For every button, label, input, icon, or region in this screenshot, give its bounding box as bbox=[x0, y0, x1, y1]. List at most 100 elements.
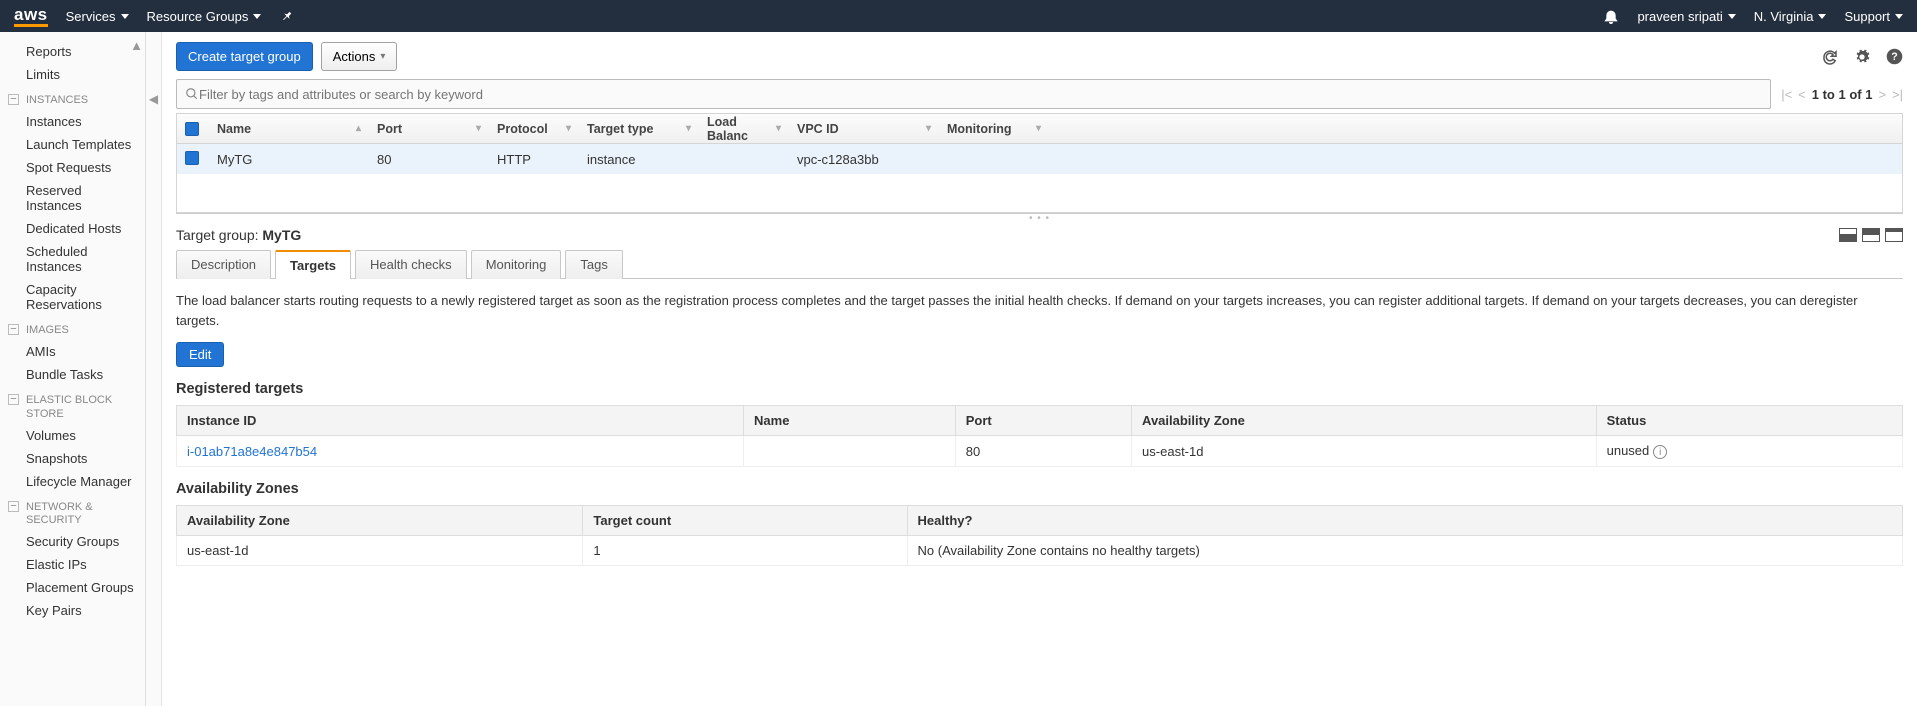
sidebar-item-limits[interactable]: Limits bbox=[0, 63, 145, 86]
sidebar-item-lifecycle-manager[interactable]: Lifecycle Manager bbox=[0, 470, 145, 493]
layout-split-button[interactable] bbox=[1862, 228, 1880, 242]
col-vpc-id[interactable]: VPC ID▾ bbox=[789, 122, 939, 136]
pager-next[interactable]: > bbox=[1878, 87, 1886, 102]
select-all-checkbox[interactable] bbox=[185, 122, 199, 136]
sort-icon: ▾ bbox=[476, 123, 481, 134]
pager-last[interactable]: >| bbox=[1892, 87, 1903, 102]
pager-first[interactable]: |< bbox=[1781, 87, 1792, 102]
sidebar-item-snapshots[interactable]: Snapshots bbox=[0, 447, 145, 470]
az-col-zone[interactable]: Availability Zone bbox=[177, 506, 583, 536]
filter-input[interactable] bbox=[199, 87, 1762, 102]
instance-id-link[interactable]: i-01ab71a8e4e847b54 bbox=[187, 444, 317, 459]
sidebar-splitter[interactable]: ◀ bbox=[146, 32, 162, 706]
tab-monitoring[interactable]: Monitoring bbox=[471, 250, 562, 279]
horizontal-splitter[interactable]: • • • bbox=[176, 213, 1903, 219]
top-nav: aws Services Resource Groups praveen sri… bbox=[0, 0, 1917, 32]
sidebar-item-reserved-instances[interactable]: Reserved Instances bbox=[0, 179, 145, 217]
aws-logo[interactable]: aws bbox=[14, 6, 48, 27]
filter-box[interactable] bbox=[176, 79, 1771, 109]
sidebar-group-instances[interactable]: −INSTANCES bbox=[0, 86, 145, 110]
az-cell-zone: us-east-1d bbox=[177, 536, 583, 566]
actions-button[interactable]: Actions▾ bbox=[321, 42, 398, 71]
cell-protocol: HTTP bbox=[489, 152, 579, 167]
sort-icon: ▾ bbox=[566, 123, 571, 134]
az-cell-healthy: No (Availability Zone contains no health… bbox=[907, 536, 1902, 566]
sidebar-group-network-security[interactable]: −NETWORK & SECURITY bbox=[0, 493, 145, 530]
col-protocol-label: Protocol bbox=[497, 122, 548, 136]
sidebar-group-elastic-block-store[interactable]: −ELASTIC BLOCK STORE bbox=[0, 386, 145, 423]
col-target-type-label: Target type bbox=[587, 122, 653, 136]
tab-description[interactable]: Description bbox=[176, 250, 271, 279]
info-icon[interactable]: i bbox=[1653, 445, 1667, 459]
rt-col-status[interactable]: Status bbox=[1596, 406, 1902, 436]
layout-full-button[interactable] bbox=[1885, 228, 1903, 242]
table-row[interactable]: MyTG 80 HTTP instance vpc-c128a3bb bbox=[177, 144, 1902, 174]
nav-resource-groups[interactable]: Resource Groups bbox=[147, 9, 262, 24]
col-load-balancer[interactable]: Load Balanc▾ bbox=[699, 115, 789, 143]
rt-cell-name bbox=[744, 436, 956, 467]
rt-cell-port: 80 bbox=[955, 436, 1131, 467]
col-name[interactable]: Name▴ bbox=[209, 122, 369, 136]
nav-notifications[interactable] bbox=[1603, 8, 1619, 24]
tab-health-checks[interactable]: Health checks bbox=[355, 250, 467, 279]
details-title-prefix: Target group: bbox=[176, 227, 262, 243]
sidebar-item-dedicated-hosts[interactable]: Dedicated Hosts bbox=[0, 217, 145, 240]
row-checkbox[interactable] bbox=[185, 151, 199, 165]
scroll-up-icon[interactable]: ▲ bbox=[130, 38, 143, 53]
help-button[interactable]: ? bbox=[1885, 48, 1903, 66]
tab-targets[interactable]: Targets bbox=[275, 250, 351, 279]
edit-button[interactable]: Edit bbox=[176, 342, 224, 367]
svg-text:?: ? bbox=[1891, 51, 1897, 63]
rt-col-instance-id[interactable]: Instance ID bbox=[177, 406, 744, 436]
settings-button[interactable] bbox=[1853, 48, 1871, 66]
col-port-label: Port bbox=[377, 122, 402, 136]
sidebar-item-spot-requests[interactable]: Spot Requests bbox=[0, 156, 145, 179]
chevron-down-icon bbox=[1895, 14, 1903, 19]
rt-col-az[interactable]: Availability Zone bbox=[1132, 406, 1597, 436]
col-monitoring[interactable]: Monitoring▾ bbox=[939, 122, 1049, 136]
refresh-button[interactable] bbox=[1821, 48, 1839, 66]
sidebar-item-placement-groups[interactable]: Placement Groups bbox=[0, 576, 145, 599]
rt-col-name[interactable]: Name bbox=[744, 406, 956, 436]
grid-header: Name▴ Port▾ Protocol▾ Target type▾ Load … bbox=[177, 114, 1902, 144]
edit-label: Edit bbox=[189, 347, 211, 362]
main-content: Create target group Actions▾ ? |< < 1 to… bbox=[162, 32, 1917, 706]
sidebar-item-reports[interactable]: Reports bbox=[0, 40, 145, 63]
create-target-group-button[interactable]: Create target group bbox=[176, 42, 313, 71]
table-row[interactable]: us-east-1d 1 No (Availability Zone conta… bbox=[177, 536, 1903, 566]
nav-region[interactable]: N. Virginia bbox=[1754, 9, 1827, 24]
sidebar-item-key-pairs[interactable]: Key Pairs bbox=[0, 599, 145, 622]
sidebar-item-volumes[interactable]: Volumes bbox=[0, 424, 145, 447]
sort-icon: ▾ bbox=[1036, 123, 1041, 134]
rt-col-port[interactable]: Port bbox=[955, 406, 1131, 436]
nav-services[interactable]: Services bbox=[66, 9, 129, 24]
sidebar-group-images[interactable]: −IMAGES bbox=[0, 316, 145, 340]
nav-user[interactable]: praveen sripati bbox=[1637, 9, 1735, 24]
sidebar-item-bundle-tasks[interactable]: Bundle Tasks bbox=[0, 363, 145, 386]
table-row[interactable]: i-01ab71a8e4e847b54 80 us-east-1d unused… bbox=[177, 436, 1903, 467]
tab-tags[interactable]: Tags bbox=[565, 250, 622, 279]
col-port[interactable]: Port ▾ bbox=[369, 122, 489, 136]
sidebar-item-elastic-ips[interactable]: Elastic IPs bbox=[0, 553, 145, 576]
col-protocol[interactable]: Protocol ▾ bbox=[489, 122, 579, 136]
sidebar-item-launch-templates[interactable]: Launch Templates bbox=[0, 133, 145, 156]
sidebar-item-capacity-reservations[interactable]: Capacity Reservations bbox=[0, 278, 145, 316]
sidebar-item-scheduled-instances[interactable]: Scheduled Instances bbox=[0, 240, 145, 278]
az-col-healthy[interactable]: Healthy? bbox=[907, 506, 1902, 536]
az-col-count[interactable]: Target count bbox=[583, 506, 907, 536]
nav-support[interactable]: Support bbox=[1844, 9, 1903, 24]
col-target-type[interactable]: Target type▾ bbox=[579, 122, 699, 136]
collapse-icon: − bbox=[8, 394, 19, 405]
sidebar-item-instances[interactable]: Instances bbox=[0, 110, 145, 133]
availability-zones-table: Availability Zone Target count Healthy? … bbox=[176, 505, 1903, 566]
sidebar-item-security-groups[interactable]: Security Groups bbox=[0, 530, 145, 553]
sidebar-item-amis[interactable]: AMIs bbox=[0, 340, 145, 363]
chevron-left-icon: ◀ bbox=[149, 92, 158, 106]
nav-pin[interactable] bbox=[279, 9, 293, 23]
layout-stack-button[interactable] bbox=[1839, 228, 1857, 242]
bell-icon bbox=[1603, 8, 1619, 24]
pager: |< < 1 to 1 of 1 > >| bbox=[1781, 87, 1903, 102]
col-vpc-id-label: VPC ID bbox=[797, 122, 839, 136]
pager-prev[interactable]: < bbox=[1798, 87, 1806, 102]
pager-range: 1 to 1 of 1 bbox=[1812, 87, 1873, 102]
